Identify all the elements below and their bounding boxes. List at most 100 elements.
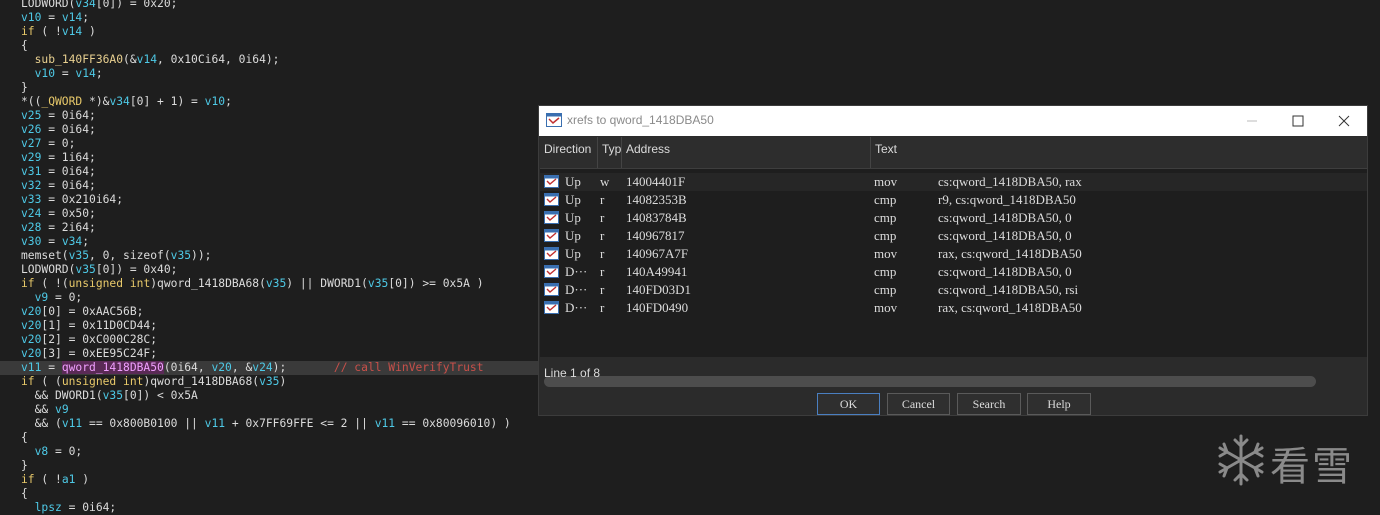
code-token[interactable]: v11	[375, 417, 395, 430]
cancel-button[interactable]: Cancel	[887, 393, 950, 415]
table-row[interactable]: Up w 14004401F mov cs:qword_1418DBA50, rax	[540, 173, 1367, 191]
code-token[interactable]: v29	[21, 151, 41, 164]
code-token[interactable]: v34	[75, 0, 95, 10]
horizontal-scrollbar[interactable]	[544, 376, 1316, 387]
code-token[interactable]: v35	[266, 277, 286, 290]
code-token[interactable]: v20	[21, 305, 41, 318]
help-button[interactable]: Help	[1027, 393, 1091, 415]
code-token[interactable]: lpsz	[35, 501, 62, 514]
code-line[interactable]: v9 = 0;	[21, 291, 83, 305]
code-token[interactable]: v20	[21, 347, 41, 360]
xrefs-table[interactable]: Direction Typ Address Text Up w 14004401F m…	[540, 137, 1367, 387]
code-token[interactable]: v31	[21, 165, 41, 178]
code-token[interactable]: a1	[62, 473, 76, 486]
code-line[interactable]: v20[0] = 0xAAC56B;	[21, 305, 143, 319]
table-row[interactable]: D··· r 140FD0490 mov rax, cs:qword_1418DBA50	[540, 299, 1367, 317]
code-line[interactable]: v29 = 1i64;	[21, 151, 96, 165]
code-token[interactable]: v10	[21, 11, 41, 24]
code-token[interactable]: v35	[69, 249, 89, 262]
code-token[interactable]: v33	[21, 193, 41, 206]
minimize-button[interactable]	[1229, 106, 1275, 136]
code-line[interactable]: v25 = 0i64;	[21, 109, 96, 123]
code-token[interactable]: v24	[21, 207, 41, 220]
code-line[interactable]: v11 = qword_1418DBA50(0i64, v20, &v24); …	[0, 361, 541, 375]
column-header-direction[interactable]: Direction	[540, 137, 598, 168]
code-token[interactable]: v14	[75, 67, 95, 80]
code-line[interactable]: v32 = 0i64;	[21, 179, 96, 193]
code-line[interactable]: LODWORD(v35[0]) = 0x40;	[21, 263, 177, 277]
code-token[interactable]: v14	[137, 53, 157, 66]
selected-symbol[interactable]: qword_1418DBA50	[61, 361, 164, 374]
code-line[interactable]: && v9	[21, 403, 69, 417]
code-token[interactable]: v14	[62, 25, 82, 38]
code-token[interactable]: v11	[205, 417, 225, 430]
code-line[interactable]: v28 = 2i64;	[21, 221, 96, 235]
code-token[interactable]: v32	[21, 179, 41, 192]
code-token[interactable]: v30	[21, 235, 41, 248]
code-line[interactable]: if ( !(unsigned int)qword_1418DBA68(v35)…	[21, 277, 484, 291]
code-line[interactable]: sub_140FF36A0(&v14, 0x10Ci64, 0i64);	[21, 53, 280, 67]
table-row[interactable]: Up r 14082353B cmp r9, cs:qword_1418DBA50	[540, 191, 1367, 209]
code-line[interactable]: && DWORD1(v35[0]) < 0x5A	[21, 389, 198, 403]
code-line[interactable]: v10 = v14;	[21, 11, 89, 25]
code-line[interactable]: && (v11 == 0x800B0100 || v11 + 0x7FF69FF…	[21, 417, 511, 431]
code-token[interactable]: v14	[62, 11, 82, 24]
code-line[interactable]: if ( !a1 )	[21, 473, 89, 487]
code-token[interactable]: v28	[21, 221, 41, 234]
ok-button[interactable]: OK	[817, 393, 880, 415]
code-token[interactable]: v35	[171, 249, 191, 262]
code-line[interactable]: }	[21, 459, 28, 473]
code-token[interactable]: v20	[211, 361, 231, 374]
code-token[interactable]: v35	[103, 389, 123, 402]
code-token[interactable]: v34	[62, 235, 82, 248]
code-line[interactable]: v8 = 0;	[21, 445, 83, 459]
code-line[interactable]: v20[3] = 0xEE95C24F;	[21, 347, 157, 361]
code-line[interactable]: v27 = 0;	[21, 137, 75, 151]
column-header-type[interactable]: Typ	[598, 137, 622, 168]
code-line[interactable]: }	[21, 81, 28, 95]
code-line[interactable]: v10 = v14;	[21, 67, 103, 81]
code-token[interactable]: v34	[109, 95, 129, 108]
table-row[interactable]: Up r 140967817 cmp cs:qword_1418DBA50, 0	[540, 227, 1367, 245]
code-token[interactable]: v20	[21, 333, 41, 346]
code-token[interactable]: v35	[368, 277, 388, 290]
code-line[interactable]: *((_QWORD *)&v34[0] + 1) = v10;	[21, 95, 232, 109]
code-token[interactable]: v9	[35, 291, 49, 304]
table-row[interactable]: D··· r 140A49941 cmp cs:qword_1418DBA50, 0	[540, 263, 1367, 281]
code-line[interactable]: {	[21, 487, 28, 501]
code-token[interactable]: v35	[259, 375, 279, 388]
close-button[interactable]	[1321, 106, 1367, 136]
code-line[interactable]: v24 = 0x50;	[21, 207, 96, 221]
code-token[interactable]: v8	[35, 445, 49, 458]
code-line[interactable]: v30 = v34;	[21, 235, 89, 249]
code-line[interactable]: v20[1] = 0x11D0CD44;	[21, 319, 157, 333]
code-line[interactable]: {	[21, 39, 28, 53]
code-token[interactable]: v25	[21, 109, 41, 122]
code-line[interactable]: LODWORD(v34[0]) = 0x20;	[21, 0, 177, 11]
table-row[interactable]: Up r 140967A7F mov rax, cs:qword_1418DBA50	[540, 245, 1367, 263]
code-token[interactable]: v27	[21, 137, 41, 150]
column-header-address[interactable]: Address	[622, 137, 871, 168]
code-line[interactable]: {	[21, 431, 28, 445]
code-line[interactable]: v20[2] = 0xC000C28C;	[21, 333, 157, 347]
code-line[interactable]: if ( !v14 )	[21, 25, 96, 39]
code-token[interactable]: sub_140FF36A0	[35, 53, 123, 66]
code-line[interactable]: lpsz = 0i64;	[21, 501, 117, 515]
code-token[interactable]: v9	[55, 403, 69, 416]
search-button[interactable]: Search	[957, 393, 1021, 415]
code-token[interactable]: v24	[252, 361, 272, 374]
table-row[interactable]: Up r 14083784B cmp cs:qword_1418DBA50, 0	[540, 209, 1367, 227]
column-header-text[interactable]: Text	[871, 137, 1367, 168]
dialog-titlebar[interactable]: xrefs to qword_1418DBA50	[539, 106, 1367, 136]
code-token[interactable]: v10	[35, 67, 55, 80]
table-row[interactable]: D··· r 140FD03D1 cmp cs:qword_1418DBA50, rsi	[540, 281, 1367, 299]
code-line[interactable]: if ( (unsigned int)qword_1418DBA68(v35)	[21, 375, 286, 389]
code-token[interactable]: v11	[62, 417, 82, 430]
maximize-button[interactable]	[1275, 106, 1321, 136]
code-line[interactable]: v26 = 0i64;	[21, 123, 96, 137]
code-token[interactable]: v11	[21, 361, 41, 374]
code-token[interactable]: v10	[205, 95, 225, 108]
code-token[interactable]: v20	[21, 319, 41, 332]
code-line[interactable]: v33 = 0x210i64;	[21, 193, 123, 207]
code-token[interactable]: v35	[75, 263, 95, 276]
